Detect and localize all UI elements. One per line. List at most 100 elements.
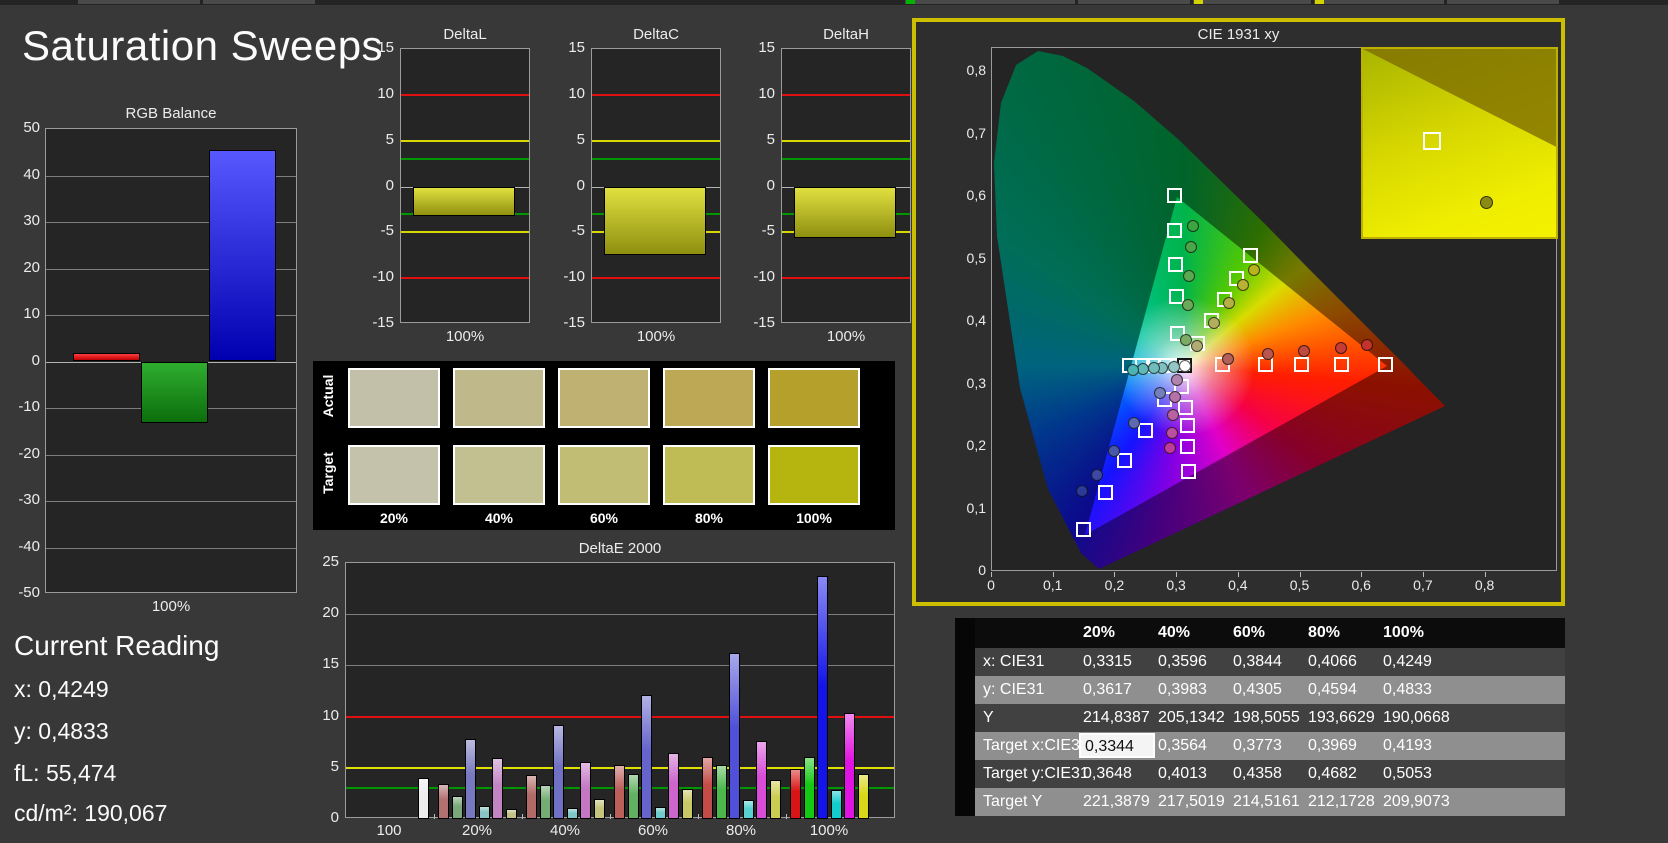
cie-x-tick-label: 0,4 — [1228, 577, 1248, 593]
table-cell[interactable]: 0,4682 — [1308, 760, 1380, 788]
table-col-header: 40% — [1158, 624, 1191, 641]
rgb-y-tick-label: -30 — [18, 491, 40, 508]
table-cell[interactable]: 190,0668 — [1383, 704, 1455, 732]
table-header-gutter — [955, 618, 975, 648]
table-cell-selected[interactable]: 0,3344 — [1079, 733, 1155, 758]
table-cell[interactable]: 0,4594 — [1308, 676, 1380, 704]
cie-x-tick-label: 0 — [987, 577, 995, 593]
delta-l-chart-title: DeltaL — [443, 26, 487, 43]
cie-y-tick-label: 0,5 — [966, 249, 986, 266]
cie-target-marker — [1166, 187, 1182, 203]
table-cell[interactable]: 0,3596 — [1158, 648, 1230, 676]
table-cell[interactable]: 0,4066 — [1308, 648, 1380, 676]
rgb-y-tick-label: -10 — [18, 398, 40, 415]
cie-y-tick-label: 0,7 — [966, 124, 986, 141]
deltae-bar — [593, 798, 605, 819]
rgb-y-tick-label: 10 — [23, 305, 40, 322]
table-cell[interactable]: 0,3315 — [1083, 648, 1155, 676]
cie-measured-point — [1334, 341, 1347, 354]
delta-y-tick-label: -5 — [571, 222, 585, 240]
delta-y-tick-label: 15 — [568, 39, 585, 56]
cie-x-tick-label: 0,7 — [1413, 577, 1433, 593]
rgb-bar-red — [73, 353, 140, 362]
table-col-header: 100% — [1383, 624, 1424, 641]
cie-target-marker — [1137, 423, 1153, 439]
table-row-gutter — [955, 648, 975, 676]
cie-x-tick-label: 0,5 — [1289, 577, 1310, 593]
table-row-gutter — [955, 732, 975, 760]
swatch-target-60% — [558, 445, 650, 505]
top-tab[interactable] — [1078, 0, 1190, 4]
delta-y-tick-label: 15 — [758, 39, 775, 56]
delta-ref-line — [592, 93, 720, 96]
table-cell[interactable]: 0,4013 — [1158, 760, 1230, 788]
top-tab[interactable] — [1314, 0, 1444, 4]
table-cell[interactable]: 0,4193 — [1383, 732, 1455, 760]
table-row: Target x:CIE31 0,3344 0,3564 0,3773 0,3969 0,… — [955, 732, 1565, 760]
table-cell[interactable]: 217,5019 — [1158, 788, 1230, 816]
table-cell[interactable]: 0,5053 — [1383, 760, 1455, 788]
cie-y-tick-label: 0,3 — [966, 374, 986, 391]
cie-measured-point — [1360, 339, 1373, 352]
swatch-actual-60% — [558, 368, 650, 428]
table-cell[interactable]: 0,4305 — [1233, 676, 1305, 704]
swatch-col-label: 80% — [694, 510, 724, 526]
table-cell[interactable]: 0,4249 — [1383, 648, 1455, 676]
top-tab[interactable] — [78, 0, 200, 4]
delta-ref-line — [401, 93, 529, 96]
cie-target-marker — [1177, 400, 1193, 416]
table-cell[interactable]: 0,3969 — [1308, 732, 1380, 760]
table-row: Target Y 221,3879 217,5019 214,5161 212,1728… — [955, 788, 1565, 816]
deltae-bar — [580, 761, 591, 819]
cie-measured-point — [1236, 278, 1249, 291]
table-cell[interactable]: 0,3844 — [1233, 648, 1305, 676]
rgb-balance-x-label: 100% — [151, 598, 191, 615]
swatch-col-label: 40% — [484, 510, 514, 526]
table-cell[interactable]: 0,4358 — [1233, 760, 1305, 788]
rgb-y-tick-label: 50 — [23, 119, 40, 136]
table-cell[interactable]: 205,1342 — [1158, 704, 1230, 732]
table-col-header: 60% — [1233, 624, 1266, 641]
deltae-y-tick-label: 0 — [330, 809, 339, 826]
top-tab[interactable] — [1447, 0, 1559, 4]
table-cell[interactable]: 0,4833 — [1383, 676, 1455, 704]
deltae-ref-line — [346, 715, 894, 718]
swatch-actual-80% — [663, 368, 755, 428]
table-cell[interactable]: 193,6629 — [1308, 704, 1380, 732]
cie-inset-target-marker — [1423, 132, 1442, 151]
rgb-balance-chart-title: RGB Balance — [125, 105, 217, 122]
deltae-bar — [553, 724, 564, 819]
table-cell[interactable]: 0,3564 — [1158, 732, 1230, 760]
deltae-group-tick — [786, 814, 787, 819]
swatch-actual-20% — [348, 368, 440, 428]
delta-y-tick-label: 10 — [758, 84, 775, 102]
table-cell[interactable]: 198,5055 — [1233, 704, 1305, 732]
current-reading-x: x: 0,4249 — [14, 676, 109, 703]
table-cell[interactable]: 214,8387 — [1083, 704, 1155, 732]
table-cell[interactable]: 0,3648 — [1083, 760, 1155, 788]
delta-y-tick-label: -10 — [563, 268, 585, 286]
top-tab[interactable] — [1193, 0, 1311, 4]
cie-1931-chart-title: CIE 1931 xy — [1197, 26, 1280, 43]
table-cell[interactable]: 209,9073 — [1383, 788, 1455, 816]
cie-measured-point — [1090, 469, 1103, 482]
delta-y-tick-label: -10 — [372, 268, 394, 286]
rgb-y-tick-label: -50 — [18, 584, 40, 601]
current-reading-fl: fL: 55,474 — [14, 760, 116, 787]
deltae-2000-chart — [345, 562, 895, 819]
cie-measured-point — [1165, 427, 1178, 440]
reading-cdm2-label: cd/m²: — [14, 800, 78, 826]
table-cell[interactable]: 0,3773 — [1233, 732, 1305, 760]
top-tab[interactable] — [905, 0, 1075, 4]
table-cell[interactable]: 0,3617 — [1083, 676, 1155, 704]
deltae-group-tick — [434, 814, 435, 819]
table-cell[interactable]: 221,3879 — [1083, 788, 1155, 816]
swatch-col-label: 20% — [379, 510, 409, 526]
table-cell[interactable]: 0,3983 — [1158, 676, 1230, 704]
top-tab[interactable] — [203, 0, 315, 4]
deltae-bar — [769, 780, 781, 819]
table-cell[interactable]: 212,1728 — [1308, 788, 1380, 816]
table-cell[interactable]: 214,5161 — [1233, 788, 1305, 816]
cie-target-marker — [1180, 439, 1196, 454]
deltae-bar — [505, 808, 517, 819]
